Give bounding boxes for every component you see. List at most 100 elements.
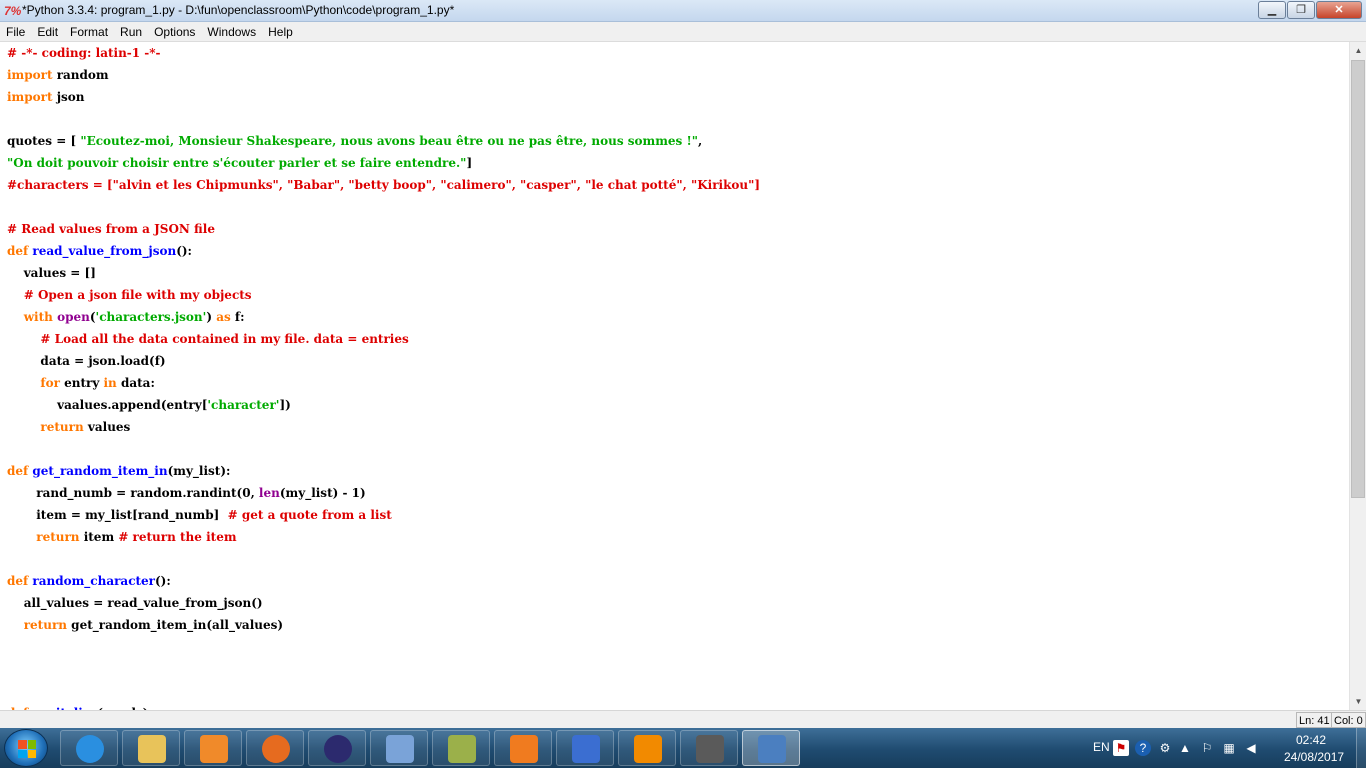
menu-windows[interactable]: Windows — [201, 22, 262, 42]
code-line: item = my_list[rand_numb] # get a quote … — [7, 508, 392, 530]
window-title-bar[interactable]: 7% *Python 3.3.4: program_1.py - D:\fun\… — [0, 0, 1366, 22]
code-token: read_value_from_json — [32, 244, 177, 258]
vlc-icon — [634, 735, 662, 763]
system-tray: EN ⚑ ? ⚙ ▲ ⚐ ▦ ◀ 02:42 24/08/2017 — [1085, 728, 1366, 768]
taskbar-firefox[interactable] — [246, 730, 304, 766]
code-line: import random — [7, 68, 109, 90]
menu-options[interactable]: Options — [148, 22, 201, 42]
show-desktop-button[interactable] — [1356, 728, 1366, 768]
code-token: # return the item — [118, 530, 237, 544]
code-token: # -*- coding: latin-1 -*- — [7, 46, 161, 60]
code-token: in — [103, 376, 117, 390]
minimize-button[interactable]: ▁ — [1258, 1, 1286, 19]
status-column-number: Col: 0 — [1331, 712, 1366, 728]
action-center-flag-icon[interactable]: ⚐ — [1199, 740, 1215, 756]
code-token: get_random_item_in — [32, 464, 168, 478]
code-token: # Read values from a JSON file — [7, 222, 215, 236]
taskbar-remote-desktop[interactable] — [370, 730, 428, 766]
help-icon[interactable]: ? — [1135, 740, 1151, 756]
code-token: # get a quote from a list — [227, 508, 392, 522]
clock-time[interactable]: 02:42 — [1296, 733, 1326, 747]
txc-icon — [448, 735, 476, 763]
code-line: with open('characters.json') as f: — [7, 310, 245, 332]
code-line: rand_numb = random.randint(0, len(my_lis… — [7, 486, 366, 508]
keyboard-settings-icon[interactable]: ⚙ — [1157, 740, 1173, 756]
code-token: json — [52, 90, 85, 104]
network-icon[interactable]: ▦ — [1221, 740, 1237, 756]
status-bar: Ln: 41 Col: 0 — [0, 710, 1366, 728]
code-line: # -*- coding: latin-1 -*- — [7, 46, 161, 68]
code-token: def — [7, 464, 29, 478]
taskbar-top-chrono[interactable] — [556, 730, 614, 766]
code-token: (my_list) - 1) — [279, 486, 366, 500]
taskbar-eclipse[interactable] — [308, 730, 366, 766]
code-line: "On doit pouvoir choisir entre s'écouter… — [7, 156, 472, 178]
taskbar-texmaker[interactable] — [432, 730, 490, 766]
code-line: def read_value_from_json(): — [7, 244, 192, 266]
code-line: def random_character(): — [7, 574, 171, 596]
code-token: ]) — [279, 398, 291, 412]
code-editor[interactable]: # -*- coding: latin-1 -*- import random im… — [0, 42, 1349, 710]
taskbar-sublime-text[interactable] — [680, 730, 738, 766]
code-token: open — [57, 310, 90, 324]
code-token: (): — [176, 244, 192, 258]
code-line: def get_random_item_in(my_list): — [7, 464, 230, 486]
code-token: def — [7, 244, 29, 258]
code-token: quotes = [ — [7, 134, 81, 148]
taskbar-media-player[interactable] — [184, 730, 242, 766]
code-token: def — [7, 574, 29, 588]
start-button[interactable] — [4, 729, 48, 767]
menu-file[interactable]: File — [0, 22, 31, 42]
scroll-up-arrow-icon[interactable]: ▲ — [1350, 42, 1366, 59]
menu-edit[interactable]: Edit — [31, 22, 64, 42]
code-token: #characters = ["alvin et les Chipmunks",… — [7, 178, 761, 192]
scroll-thumb[interactable] — [1351, 60, 1365, 498]
taskbar-pdf-tool[interactable] — [494, 730, 552, 766]
code-token: (): — [155, 574, 171, 588]
menu-help[interactable]: Help — [262, 22, 299, 42]
scroll-down-arrow-icon[interactable]: ▼ — [1350, 693, 1366, 710]
menu-format[interactable]: Format — [64, 22, 114, 42]
code-token: random — [52, 68, 109, 82]
vertical-scrollbar[interactable]: ▲ ▼ — [1349, 42, 1366, 710]
taskbar-vlc[interactable] — [618, 730, 676, 766]
code-token: ) — [206, 310, 217, 324]
taskbar-internet-explorer[interactable] — [60, 730, 118, 766]
pdf-icon — [510, 735, 538, 763]
language-indicator[interactable]: EN — [1093, 740, 1110, 754]
code-token: item = my_list[rand_numb] — [7, 508, 228, 522]
flag-notification-icon[interactable]: ⚑ — [1113, 740, 1129, 756]
code-token: 'characters.json' — [95, 310, 207, 324]
sublime-icon — [696, 735, 724, 763]
code-line: return item # return the item — [7, 530, 237, 552]
code-token: vaalues.append(entry[ — [7, 398, 208, 412]
tray-expand-icon[interactable]: ▲ — [1177, 740, 1193, 756]
code-token: entry — [59, 376, 104, 390]
clock-date[interactable]: 24/08/2017 — [1284, 750, 1344, 764]
code-token: ] — [466, 156, 473, 170]
code-token: item — [79, 530, 119, 544]
code-token: return — [40, 420, 84, 434]
code-token: as — [216, 310, 231, 324]
code-token: values — [83, 420, 131, 434]
eclipse-icon — [324, 735, 352, 763]
close-button[interactable]: ✕ — [1316, 1, 1362, 19]
menu-run[interactable]: Run — [114, 22, 148, 42]
code-line: import json — [7, 90, 85, 112]
status-line-number: Ln: 41 — [1296, 712, 1333, 728]
maximize-button[interactable]: ❐ — [1287, 1, 1315, 19]
code-token: # Open a json file with my objects — [23, 288, 252, 302]
volume-icon[interactable]: ◀ — [1243, 740, 1259, 756]
code-token: import — [7, 68, 53, 82]
firefox-icon — [262, 735, 290, 763]
taskbar-file-explorer[interactable] — [122, 730, 180, 766]
taskbar-python-idle[interactable] — [742, 730, 800, 766]
idle-app-icon: 7% — [4, 4, 22, 18]
code-token: values = [] — [7, 266, 96, 280]
code-token: (my_list): — [167, 464, 231, 478]
code-token: "On doit pouvoir choisir entre s'écouter… — [7, 156, 467, 170]
